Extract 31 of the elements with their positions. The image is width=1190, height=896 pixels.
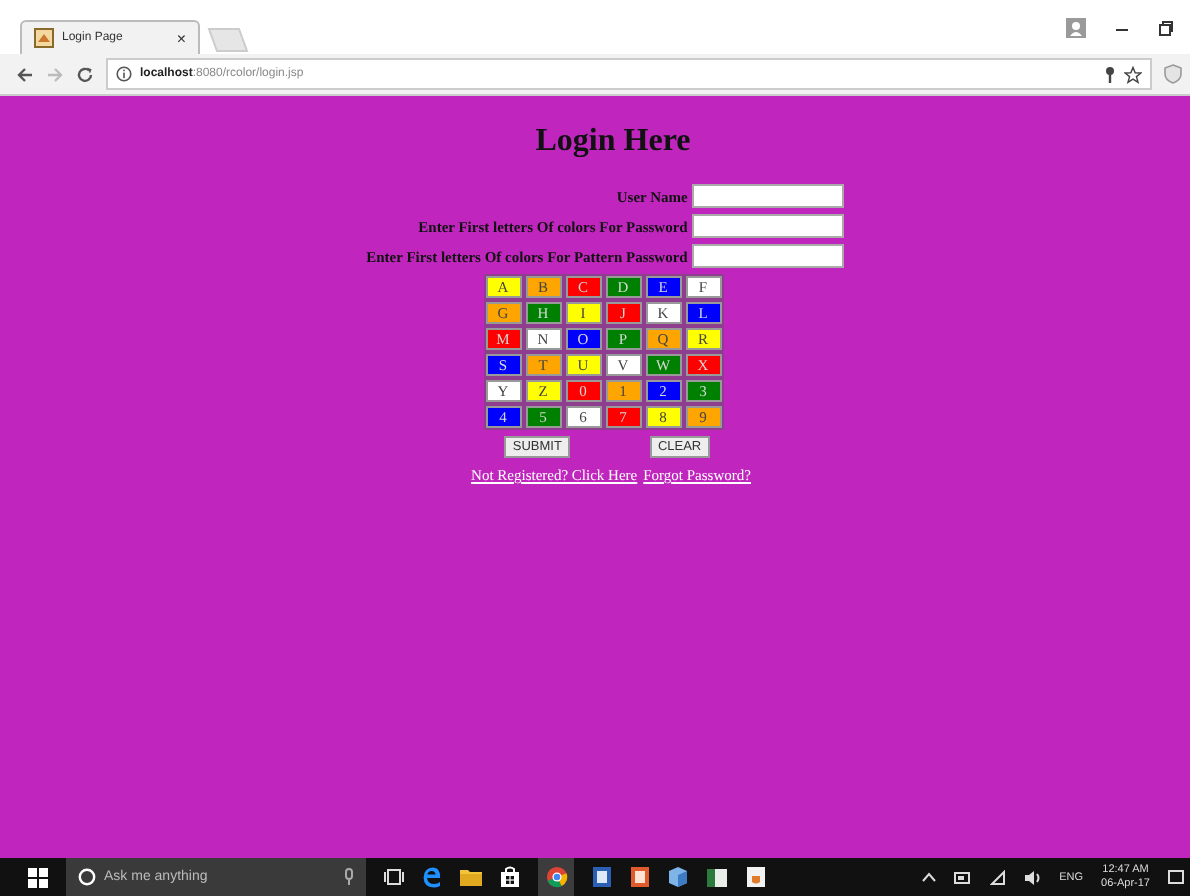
window-app-icon[interactable] (706, 867, 728, 887)
star-icon[interactable] (1124, 65, 1142, 83)
folder-icon[interactable] (460, 868, 482, 886)
store-icon[interactable] (500, 866, 520, 888)
shield-icon[interactable] (1164, 64, 1182, 84)
restore-icon[interactable] (1158, 19, 1174, 35)
page-icon (34, 28, 54, 48)
page-title: Login Here (535, 124, 691, 160)
cortana-icon (78, 868, 96, 886)
input-field[interactable] (691, 244, 844, 268)
user-icon[interactable] (1066, 17, 1086, 37)
caret-icon[interactable] (921, 872, 936, 882)
battery-icon[interactable] (953, 871, 972, 883)
task-view-icon[interactable] (384, 868, 404, 886)
reload-icon[interactable] (76, 65, 94, 83)
cube-icon[interactable] (668, 866, 688, 888)
slides-icon[interactable] (630, 866, 650, 888)
chrome-icon (545, 866, 567, 888)
document-icon[interactable] (592, 866, 612, 888)
close-icon[interactable]: × (176, 29, 186, 47)
chrome-taskbar-button[interactable] (538, 858, 574, 896)
browser-e-icon[interactable] (422, 866, 442, 888)
notification-icon[interactable] (1168, 869, 1184, 885)
microphone-icon[interactable] (344, 868, 354, 886)
network-icon[interactable] (989, 869, 1006, 885)
input-field[interactable] (691, 214, 844, 238)
info-icon (116, 66, 132, 82)
volume-icon[interactable] (1023, 869, 1042, 885)
back-icon[interactable] (16, 65, 34, 83)
input-field[interactable] (691, 184, 844, 208)
windows-icon[interactable] (28, 867, 48, 887)
